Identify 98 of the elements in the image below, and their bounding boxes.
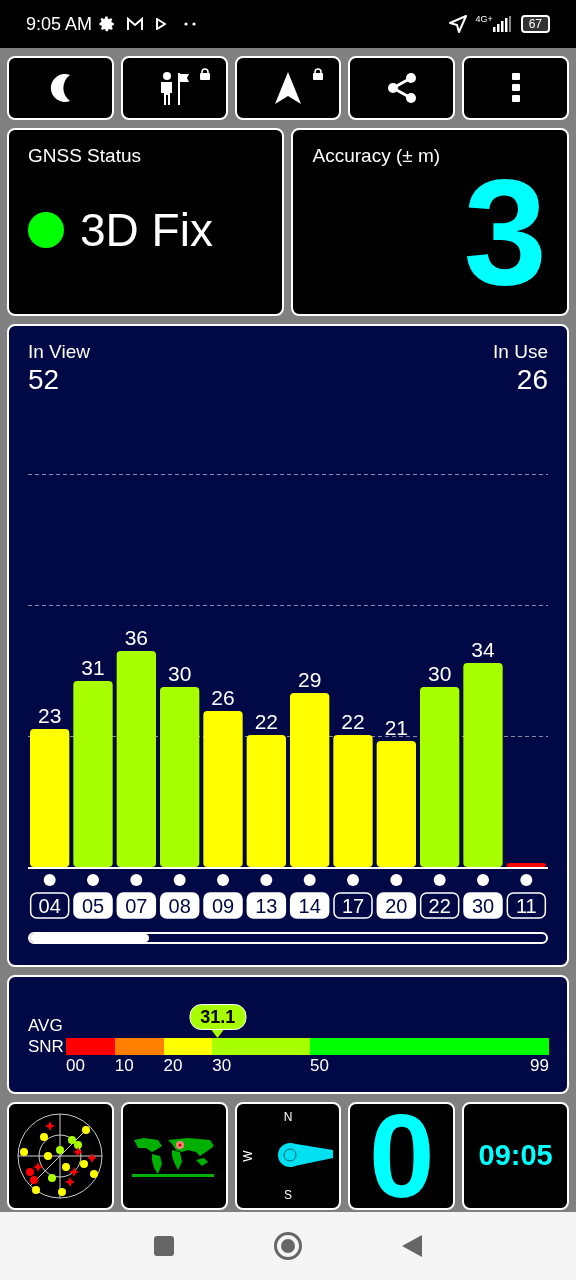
world-map-tile[interactable] [120, 1102, 228, 1210]
settings-icon [98, 15, 117, 33]
satellite-dot [477, 874, 489, 886]
snr-label: SNR [28, 1036, 65, 1057]
navigate-button[interactable] [234, 56, 342, 120]
mail-icon [126, 16, 145, 32]
share-button[interactable] [348, 56, 456, 120]
night-mode-button[interactable] [7, 56, 114, 120]
bar-value: 36 [124, 626, 148, 649]
signal-bar [506, 863, 546, 867]
satellite-label: 05 [73, 892, 113, 919]
clock-tile[interactable]: 09:05 [462, 1102, 569, 1210]
satellite-dot [43, 874, 56, 886]
avg-label: AVG [28, 1015, 64, 1036]
x-tick-label: 14 [298, 895, 321, 917]
scale-tick: 00 [66, 1055, 85, 1077]
pointer-icon [211, 1030, 224, 1038]
menu-icon [511, 73, 520, 103]
satellite-label: 07 [116, 892, 157, 919]
speed-tile[interactable]: 0 [348, 1102, 456, 1210]
bar-value: 23 [38, 704, 62, 727]
satellite-dot [390, 874, 403, 886]
compass-letter: W [239, 1150, 256, 1162]
speed-value: 0 [368, 1106, 435, 1206]
satellite-dot [217, 874, 229, 886]
x-tick-label: 07 [125, 895, 148, 917]
x-tick-label: 04 [38, 895, 61, 917]
clock-time: 9:05 AM [26, 12, 93, 36]
satellite-label: 13 [246, 892, 287, 919]
satellite-dot [303, 874, 316, 886]
x-tick-label: 05 [81, 895, 105, 917]
scale-tick: 99 [530, 1055, 549, 1077]
x-tick-label: 08 [168, 895, 191, 917]
satellite-dot [347, 874, 359, 886]
x-tick-label: 22 [428, 895, 451, 917]
satellite-dot [130, 874, 143, 886]
scale-tick: 20 [163, 1055, 183, 1077]
in-use-count: 26 [516, 364, 548, 396]
panel-title: Accuracy (± m) [312, 144, 442, 168]
satellite-label: 04 [29, 892, 70, 919]
satellite-label: 14 [289, 892, 330, 919]
satellite-label: 30 [463, 892, 503, 919]
x-tick-label: 17 [341, 895, 365, 917]
more-dots-icon [184, 22, 197, 26]
satellite-dot [433, 874, 446, 886]
satellite-label: 11 [506, 892, 547, 919]
bar-value: 34 [471, 638, 495, 661]
bar-value: 26 [211, 686, 235, 709]
menu-button[interactable] [462, 56, 569, 120]
compass-letter: S [284, 1187, 292, 1204]
person-flag-icon [159, 71, 190, 105]
in-view-label: In View [28, 340, 90, 364]
bar-value: 22 [254, 710, 278, 733]
satellite-label: 08 [159, 892, 200, 919]
battery-indicator: 67 [520, 15, 550, 33]
scroll-track[interactable] [28, 932, 548, 944]
home-button[interactable] [274, 1232, 302, 1260]
navigation-arrow-icon [275, 72, 301, 104]
scale-tick: 50 [309, 1055, 329, 1077]
satellite-dot [87, 874, 99, 886]
network-type: 4G+ [475, 15, 493, 24]
compass-tile[interactable]: N W S [234, 1102, 342, 1210]
x-tick-label: 13 [255, 895, 278, 917]
signal-icon [492, 16, 511, 32]
play-icon [156, 18, 167, 30]
bar-value: 30 [428, 662, 452, 685]
x-tick-label: 09 [211, 895, 235, 917]
scale-tick: 30 [212, 1055, 232, 1077]
back-icon[interactable] [402, 1235, 422, 1257]
bar-value: 29 [298, 668, 322, 691]
panel-title: GNSS Status [28, 144, 142, 168]
satellite-dot [520, 874, 533, 886]
satellite-label: 20 [376, 892, 417, 919]
compass-needle-icon [277, 1142, 335, 1168]
location-arrow-icon [449, 15, 468, 33]
x-tick-label: 20 [385, 895, 408, 917]
in-use-label: In Use [493, 340, 548, 364]
satellite-label: 17 [333, 892, 373, 919]
sky-plot-tile[interactable] [7, 1102, 114, 1210]
satellite-dot [260, 874, 273, 886]
waypoint-button[interactable] [120, 56, 228, 120]
in-view-count: 52 [28, 364, 61, 396]
bar-value: 22 [341, 710, 365, 733]
compass-letter: N [283, 1109, 293, 1126]
share-icon [386, 72, 417, 104]
scroll-thumb[interactable] [30, 934, 149, 942]
scale-tick: 10 [114, 1055, 134, 1077]
x-tick-label: 30 [471, 895, 495, 917]
bar-value: 21 [384, 716, 408, 739]
satellite-dot [173, 874, 186, 886]
satellite-label: 22 [419, 892, 460, 919]
bar-value: 31 [81, 656, 105, 679]
bar-value: 30 [168, 662, 192, 685]
clock-value: 09:05 [478, 1138, 553, 1174]
fix-status: 3D Fix [80, 206, 213, 253]
satellite-label: 09 [203, 892, 243, 919]
x-tick-label: 11 [515, 895, 537, 917]
accuracy-value: 3 [463, 166, 547, 297]
